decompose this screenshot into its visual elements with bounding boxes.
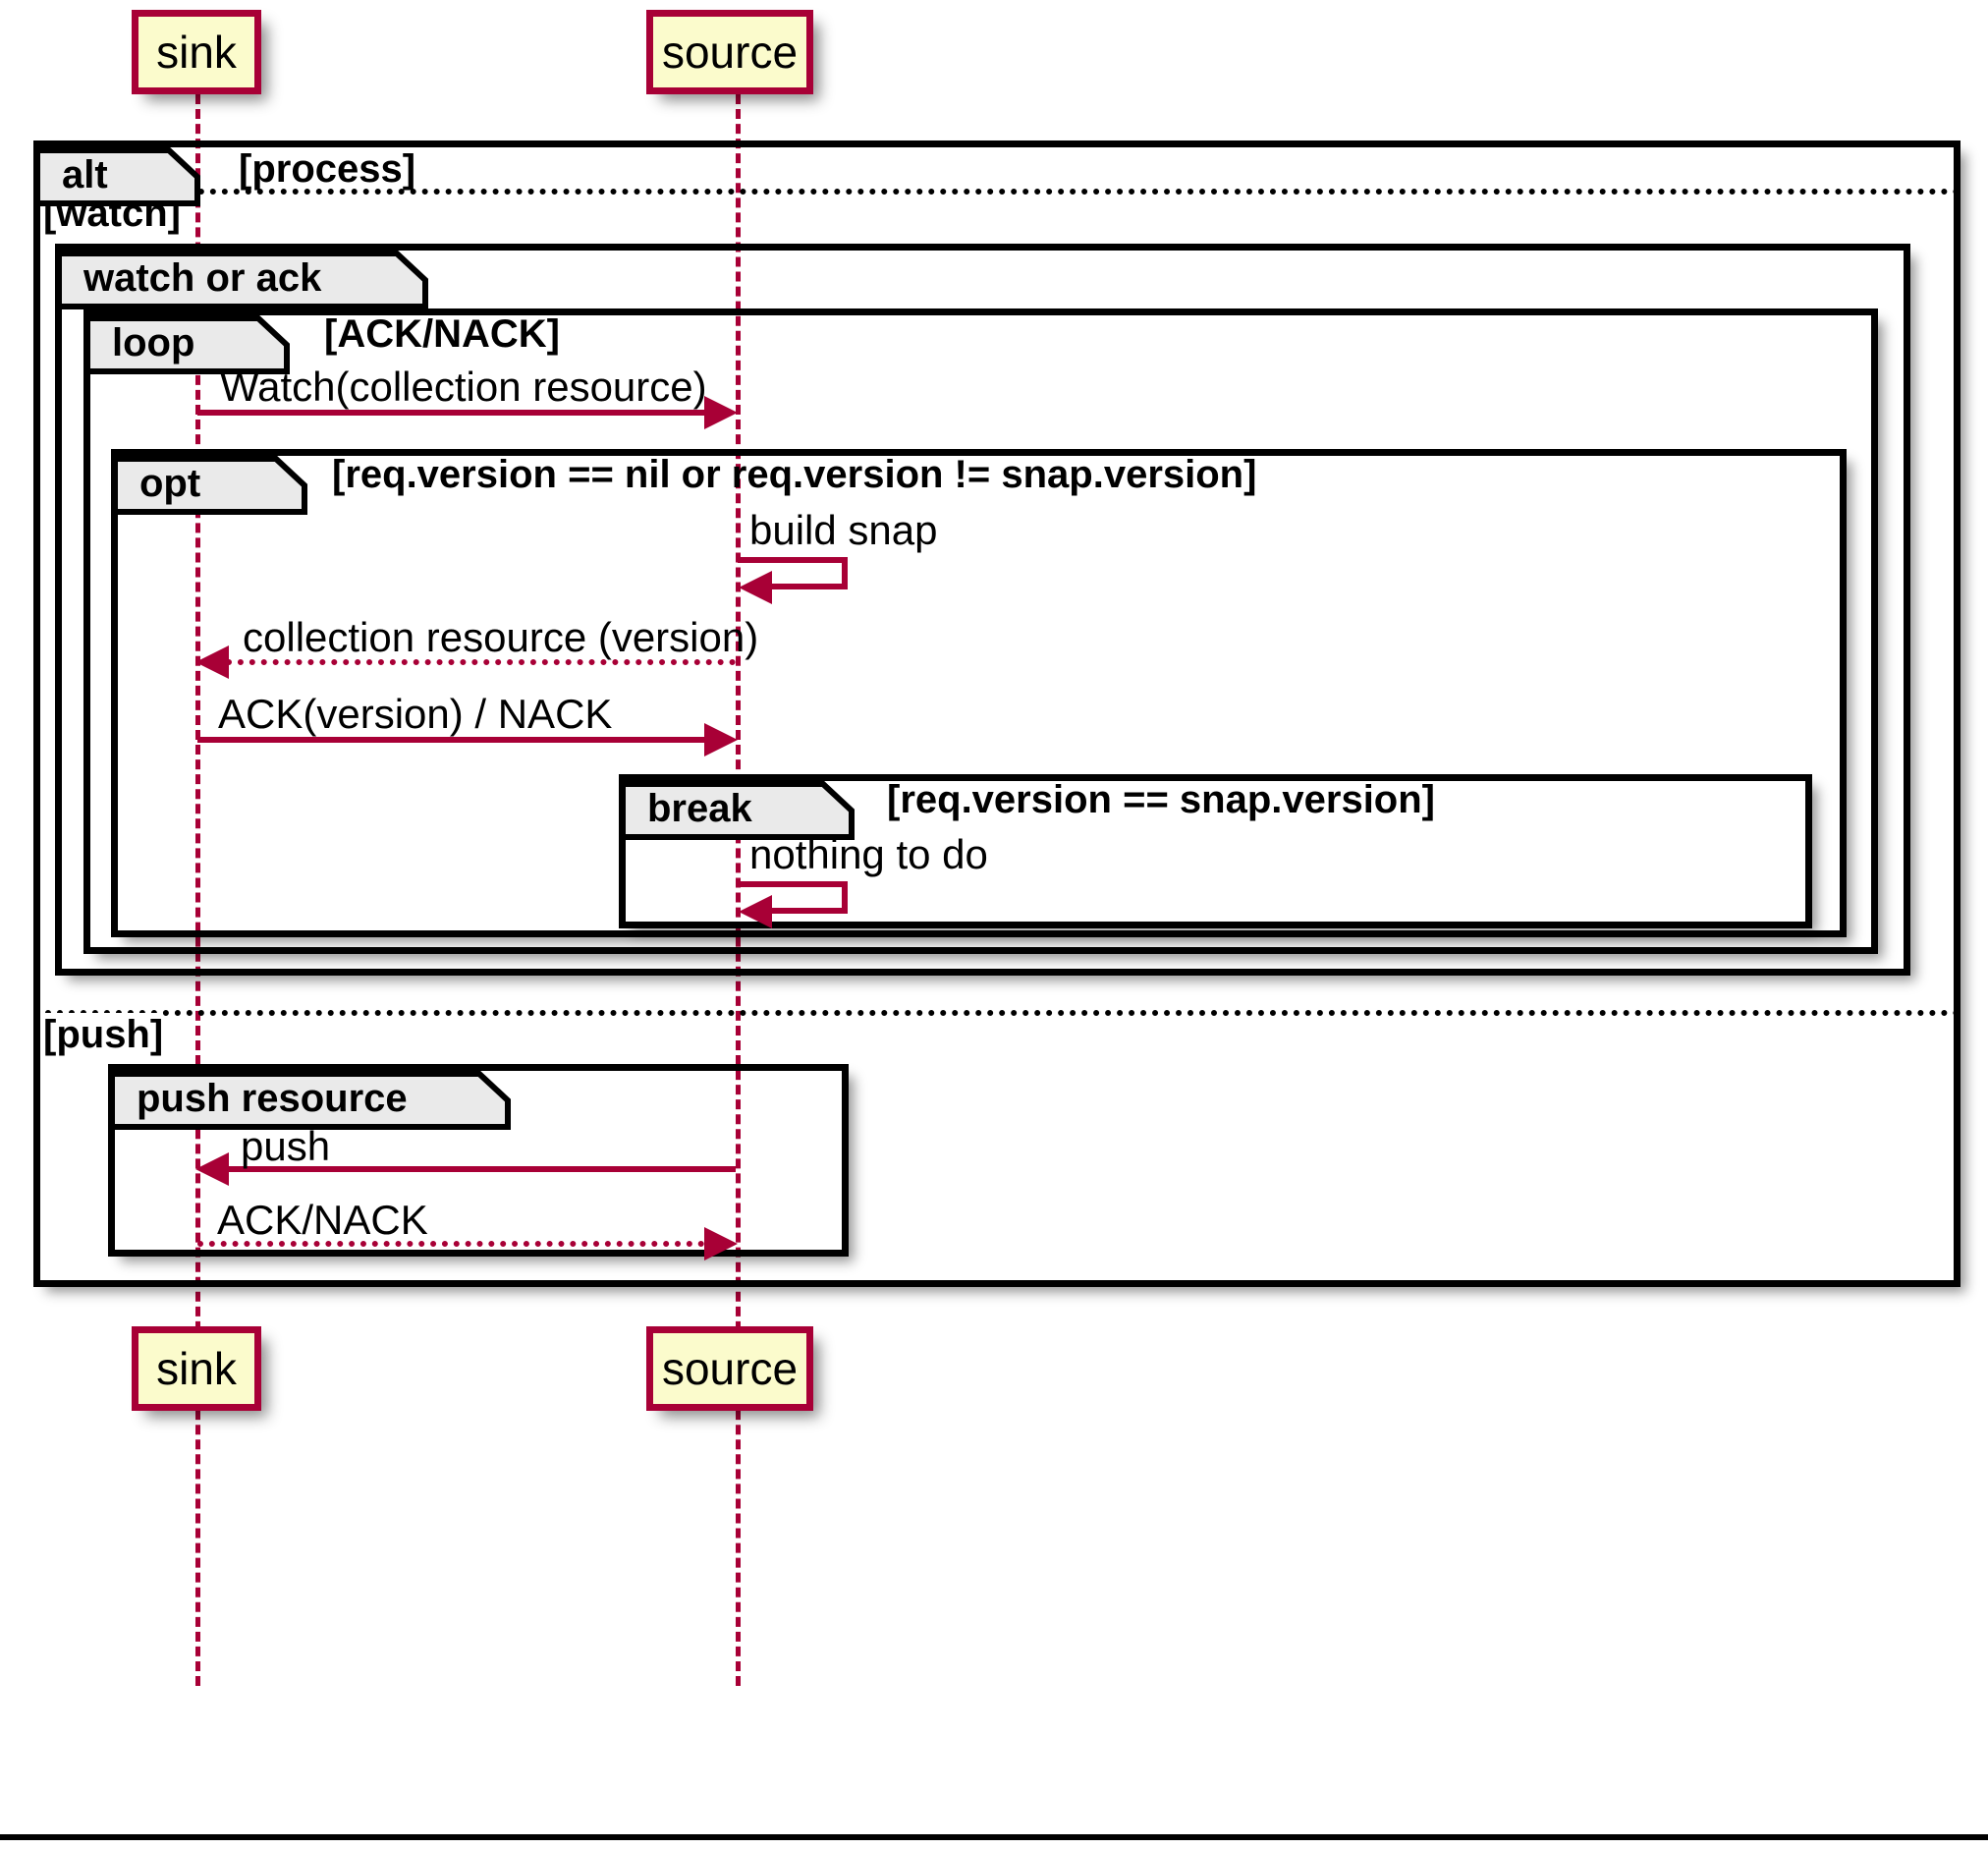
fragment-watch-or-ack-operator: watch or ack (83, 255, 322, 300)
participant-sink-top-label: sink (156, 27, 237, 78)
message-nothing-to-do-label: nothing to do (749, 831, 988, 877)
alt-guard-push: [push] (43, 1013, 164, 1057)
fragment-push-resource-tab: push resource (115, 1071, 508, 1126)
message-push-ack-label: ACK/NACK (217, 1197, 428, 1243)
message-ack-nack-label: ACK(version) / NACK (218, 691, 613, 737)
message-build-snap-label: build snap (749, 507, 938, 553)
fragment-alt-tab: alt (40, 147, 197, 202)
message-watch-label: Watch(collection resource) (220, 364, 707, 410)
fragment-opt-condition: [req.version == nil or req.version != sn… (332, 453, 1257, 496)
message-nothing-to-do-right (842, 881, 848, 911)
message-nothing-to-do-bottom (772, 908, 848, 914)
fragment-loop-condition: [ACK/NACK] (324, 312, 560, 356)
message-push-arrowhead (195, 1152, 229, 1186)
fragment-push-resource-operator: push resource (137, 1076, 408, 1120)
message-build-snap-right (842, 557, 848, 587)
fragment-alt-operator: alt (62, 152, 108, 196)
fragment-opt-operator: opt (139, 461, 201, 505)
participant-source-top[interactable]: source (646, 10, 813, 94)
message-build-snap-top (738, 557, 848, 563)
fragment-loop-tab: loop (90, 315, 287, 370)
participant-sink-bottom[interactable]: sink (132, 1326, 261, 1411)
fragment-alt-condition: [process] (239, 147, 416, 191)
message-nothing-to-do-arrowhead (739, 895, 772, 928)
participant-sink-top[interactable]: sink (132, 10, 261, 94)
message-ack-nack-arrowhead (704, 723, 738, 756)
participant-source-bottom[interactable]: source (646, 1326, 813, 1411)
message-watch-arrowhead (704, 396, 738, 429)
fragment-loop-operator: loop (112, 320, 195, 364)
fragment-break-tab: break (626, 781, 852, 836)
page-bottom-rule (0, 1834, 1988, 1840)
alt-separator-push (33, 1010, 1960, 1016)
fragment-opt-tab: opt (118, 456, 304, 511)
message-build-snap-arrowhead (739, 571, 772, 604)
sequence-diagram-canvas: sink source alt [process] [watch] watch … (0, 0, 1988, 1849)
participant-source-bottom-label: source (661, 1343, 799, 1394)
message-collection-resource-label: collection resource (version) (243, 614, 759, 660)
message-build-snap-bottom (772, 584, 848, 589)
participant-sink-bottom-label: sink (156, 1343, 237, 1394)
message-push-label: push (241, 1123, 331, 1169)
fragment-break-operator: break (647, 786, 752, 830)
message-push-ack-arrowhead (704, 1227, 738, 1261)
fragment-watch-or-ack-tab: watch or ack (62, 251, 425, 306)
message-nothing-to-do-top (738, 881, 848, 887)
participant-source-top-label: source (661, 27, 799, 78)
fragment-break-condition: [req.version == snap.version] (887, 778, 1435, 821)
message-collection-resource-arrowhead (195, 645, 229, 679)
